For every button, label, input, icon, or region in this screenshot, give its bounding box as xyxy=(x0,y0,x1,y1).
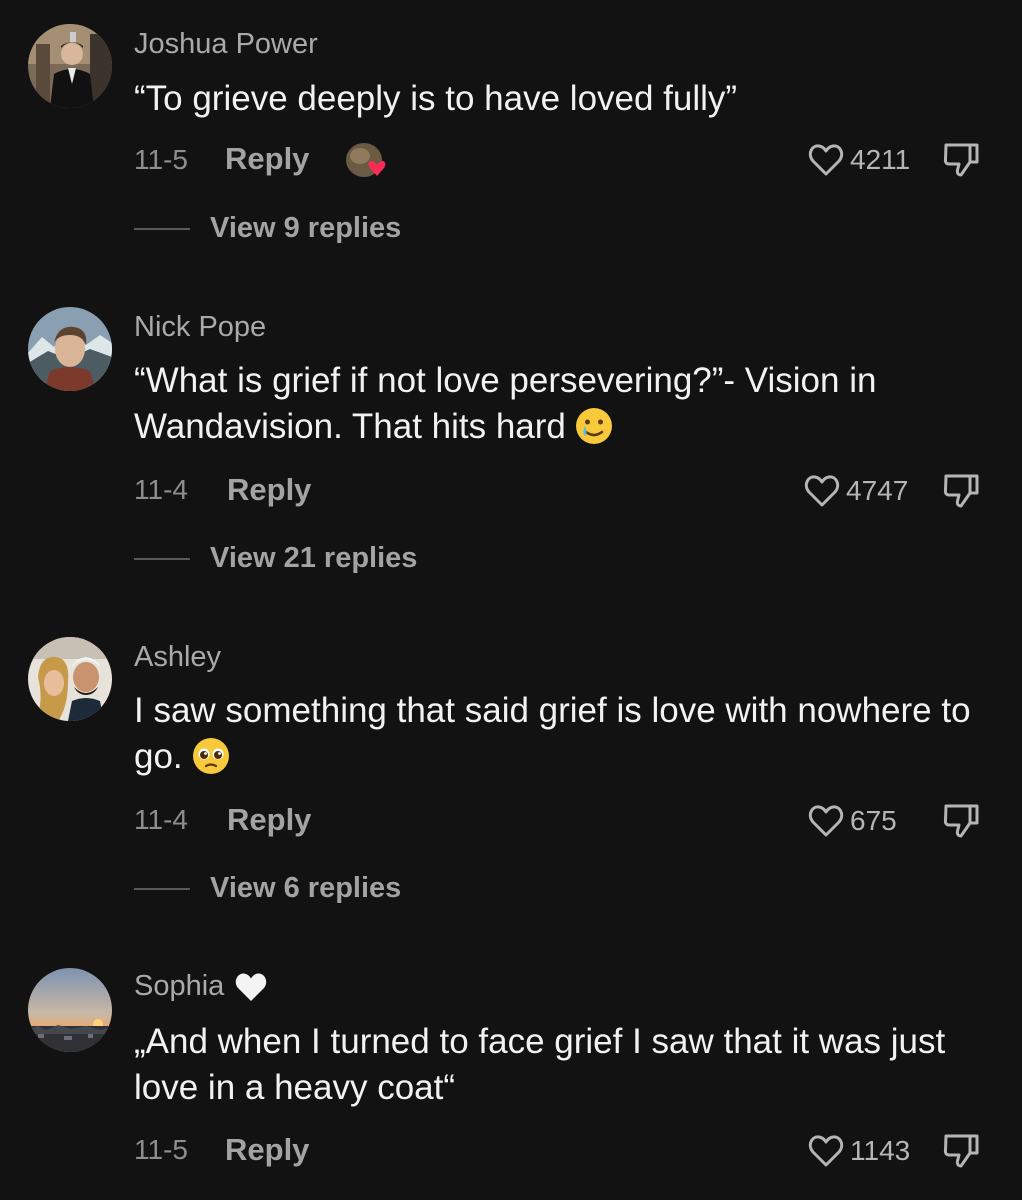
like-button[interactable]: 1143 xyxy=(808,1134,910,1168)
avatar[interactable] xyxy=(28,968,112,1052)
like-count: 4747 xyxy=(846,475,909,506)
author-name[interactable]: Sophia xyxy=(134,970,224,1003)
avatar[interactable] xyxy=(28,637,112,721)
thumbs-down-icon xyxy=(943,143,979,177)
view-replies-button[interactable]: View 21 replies xyxy=(134,542,417,575)
comment-body: „And when I turned to face grief I saw t… xyxy=(134,1022,946,1107)
heart-outline-icon xyxy=(808,805,844,837)
reply-button[interactable]: Reply xyxy=(227,472,311,508)
heart-outline-icon xyxy=(808,1135,844,1167)
dislike-button[interactable] xyxy=(942,803,980,839)
comment-body: “What is grief if not love persevering?”… xyxy=(134,361,877,446)
like-button[interactable]: 4747 xyxy=(804,474,908,508)
like-button[interactable]: 4211 xyxy=(808,143,910,177)
heart-outline-icon xyxy=(808,144,844,176)
view-replies-label[interactable]: View 21 replies xyxy=(210,542,417,575)
like-count: 675 xyxy=(850,805,897,836)
thumbs-down-icon xyxy=(943,804,979,838)
divider-line xyxy=(134,227,190,230)
dislike-button[interactable] xyxy=(942,473,980,509)
author-name[interactable]: Ashley xyxy=(134,641,221,674)
comment-text: „And when I turned to face grief I saw t… xyxy=(134,1019,984,1111)
comment-date: 11-4 xyxy=(134,474,188,505)
view-replies-button[interactable]: View 6 replies xyxy=(134,872,401,905)
dislike-button[interactable] xyxy=(942,1133,980,1169)
reply-button[interactable]: Reply xyxy=(225,141,309,177)
like-count: 1143 xyxy=(850,1135,911,1166)
white-heart-icon xyxy=(234,971,268,1003)
dislike-button[interactable] xyxy=(942,142,980,178)
like-button[interactable]: 675 xyxy=(808,804,897,838)
thumbs-down-icon xyxy=(943,1134,979,1168)
heart-outline-icon xyxy=(804,475,840,507)
comment-author[interactable]: Sophia xyxy=(134,970,268,1003)
comment-body: I saw something that said grief is love … xyxy=(134,691,971,776)
comment-text: “To grieve deeply is to have loved fully… xyxy=(134,76,984,122)
divider-line xyxy=(134,557,190,560)
view-replies-label[interactable]: View 6 replies xyxy=(210,872,401,905)
author-name[interactable]: Nick Pope xyxy=(134,311,266,344)
reply-button[interactable]: Reply xyxy=(227,802,311,838)
avatar[interactable] xyxy=(28,307,112,391)
comment-author[interactable]: Ashley xyxy=(134,641,221,674)
comment-text: “What is grief if not love persevering?”… xyxy=(134,358,984,450)
pleading-face-emoji xyxy=(191,736,231,776)
comment-text: I saw something that said grief is love … xyxy=(134,688,984,780)
view-replies-label[interactable]: View 9 replies xyxy=(210,212,401,245)
avatar[interactable] xyxy=(28,24,112,108)
reply-button[interactable]: Reply xyxy=(225,1132,309,1168)
comment-date: 11-5 xyxy=(134,1134,188,1165)
view-replies-button[interactable]: View 9 replies xyxy=(134,212,401,245)
comment-date: 11-4 xyxy=(134,804,188,835)
comment-date: 11-5 xyxy=(134,144,188,175)
heart-sticker-icon xyxy=(344,140,390,180)
divider-line xyxy=(134,887,190,890)
thumbs-down-icon xyxy=(943,474,979,508)
like-count: 4211 xyxy=(850,144,911,175)
comment-author[interactable]: Nick Pope xyxy=(134,311,266,344)
crying-smile-emoji xyxy=(574,406,614,446)
author-name[interactable]: Joshua Power xyxy=(134,28,318,61)
comment-body: “To grieve deeply is to have loved fully… xyxy=(134,79,738,118)
comment-author[interactable]: Joshua Power xyxy=(134,28,318,61)
